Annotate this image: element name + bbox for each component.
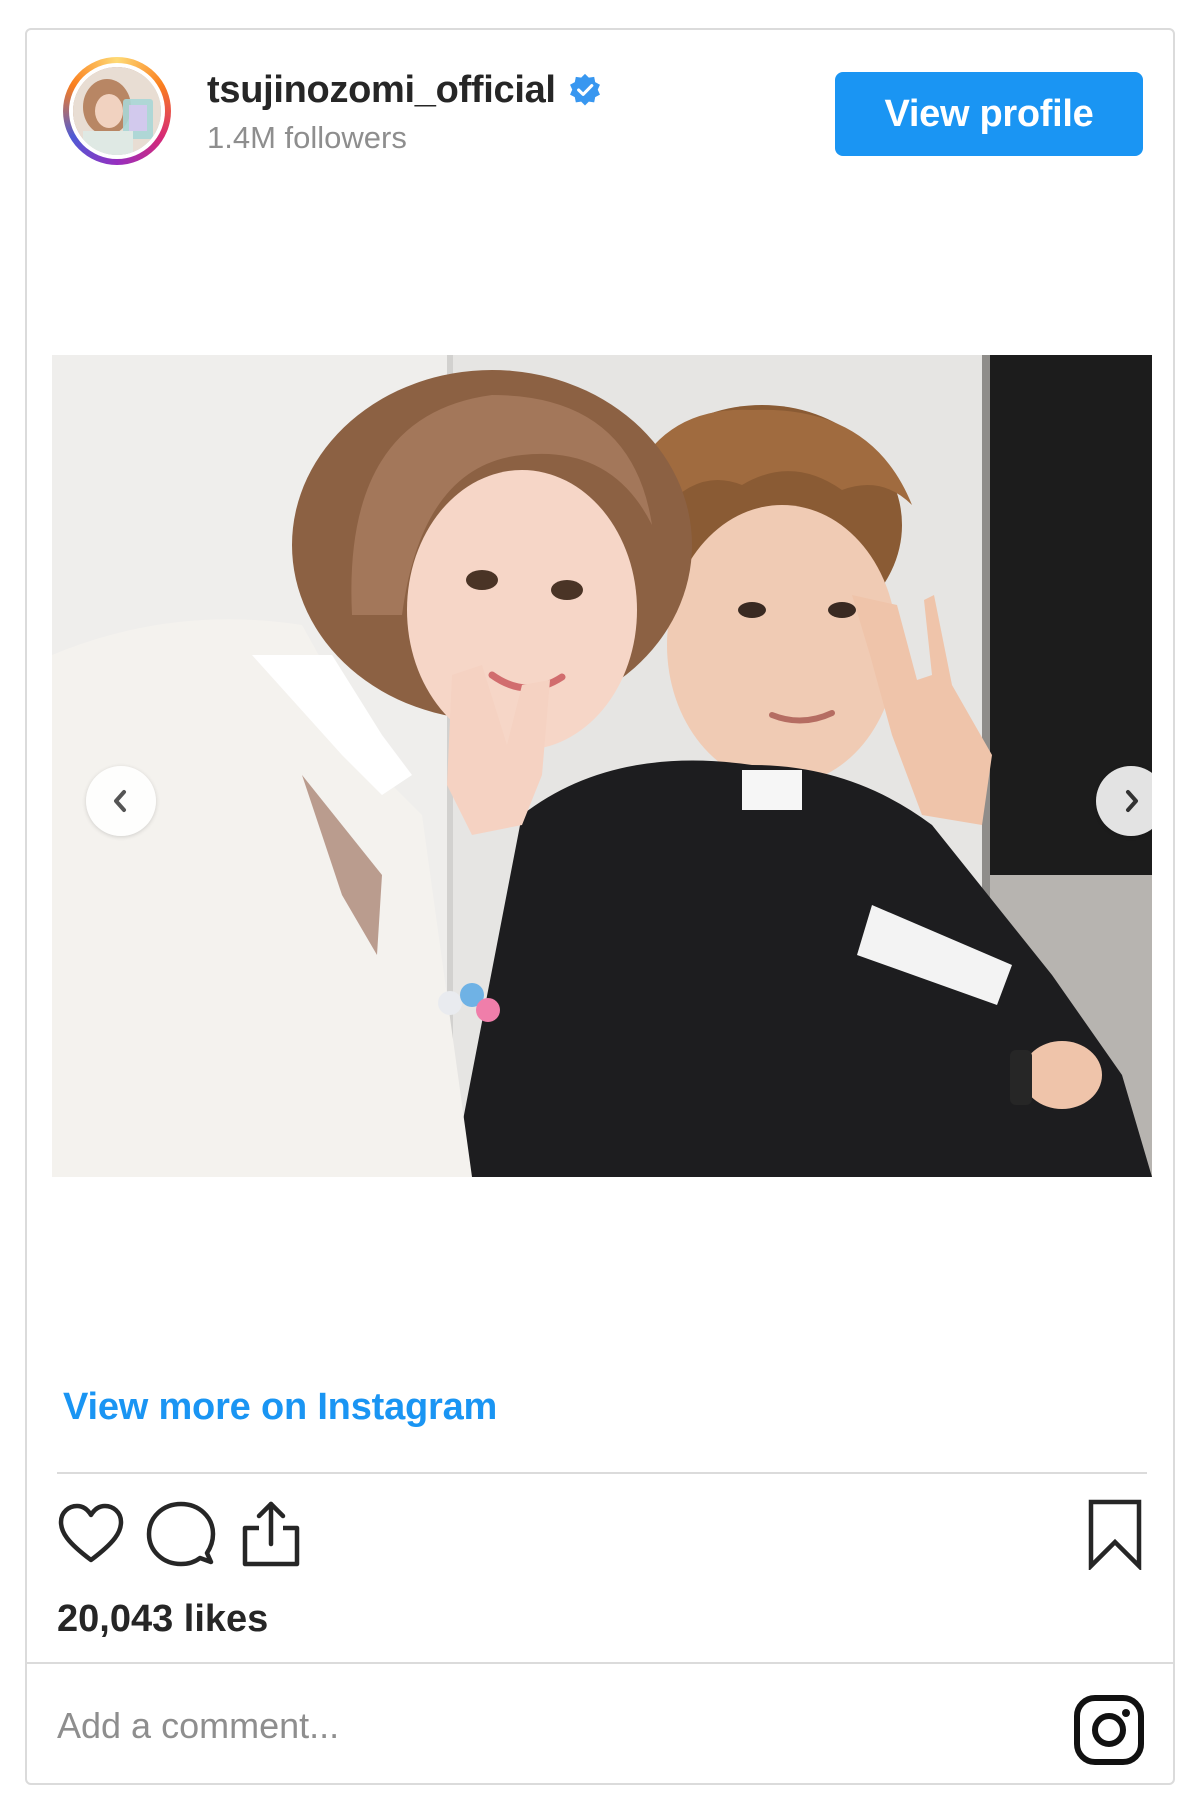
instagram-embed-card: tsujinozomi_official 1.4M followers View… — [25, 28, 1175, 1785]
instagram-logo-icon[interactable] — [1073, 1694, 1145, 1766]
verified-badge-icon — [568, 73, 602, 107]
bookmark-icon[interactable] — [1079, 1498, 1151, 1572]
chevron-left-icon[interactable] — [86, 766, 156, 836]
heart-icon[interactable] — [55, 1498, 127, 1570]
divider — [27, 1662, 1173, 1664]
comment-input[interactable]: Add a comment... — [57, 1705, 339, 1747]
avatar[interactable] — [63, 57, 171, 165]
post-image[interactable] — [52, 355, 1152, 1177]
like-count: 20,043 likes — [57, 1598, 269, 1640]
view-more-link[interactable]: View more on Instagram — [63, 1386, 497, 1429]
avatar-image — [73, 67, 161, 155]
follower-count: 1.4M followers — [207, 120, 407, 155]
divider — [57, 1472, 1147, 1474]
share-icon[interactable] — [235, 1498, 307, 1570]
username-row: tsujinozomi_official — [207, 68, 602, 112]
comment-bubble-icon[interactable] — [145, 1498, 217, 1570]
view-profile-button[interactable]: View profile — [835, 72, 1143, 156]
username[interactable]: tsujinozomi_official — [207, 69, 556, 112]
